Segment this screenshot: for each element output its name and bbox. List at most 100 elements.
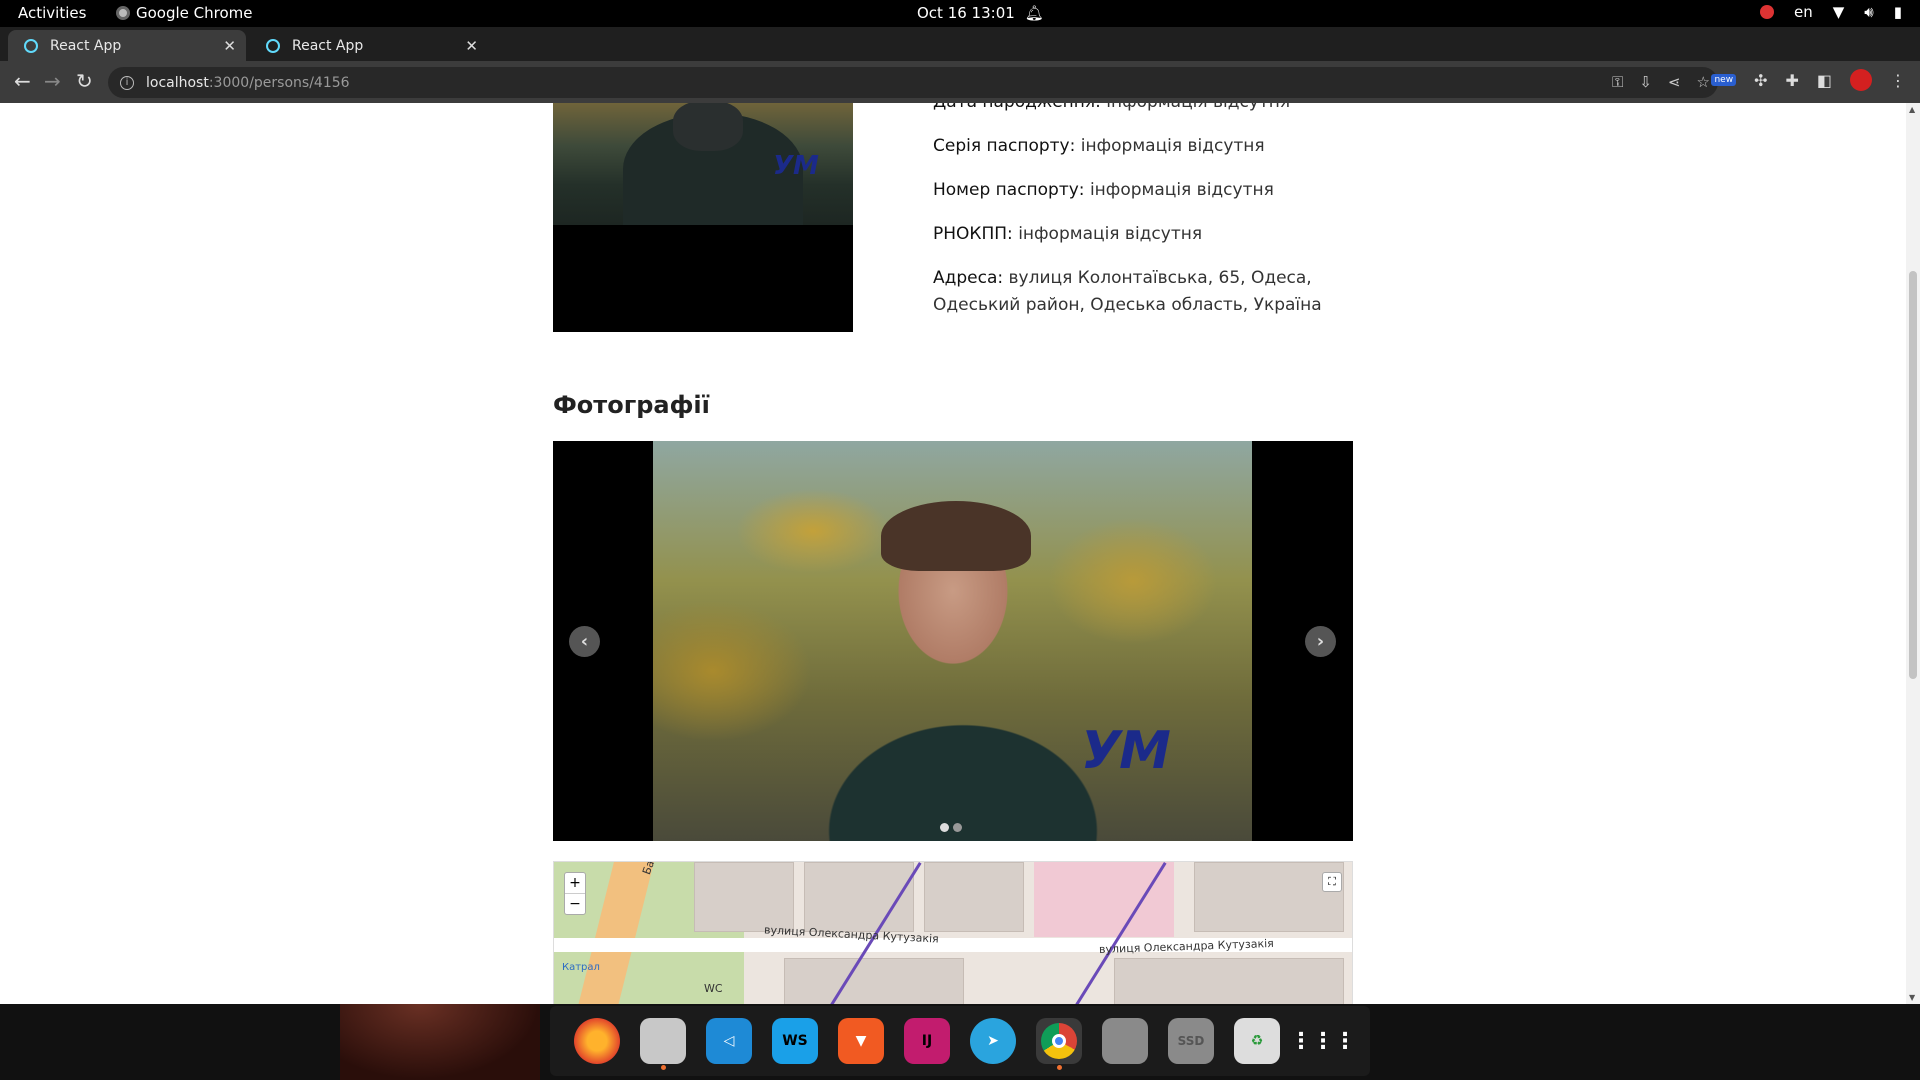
info-value: інформація відсутня: [1018, 224, 1203, 244]
extension-badge[interactable]: new: [1711, 74, 1737, 86]
language-indicator[interactable]: en: [1794, 3, 1813, 21]
carousel-dot-1[interactable]: [940, 823, 949, 832]
browser-toolbar: ← → ↻ i localhost:3000/persons/4156 ⚿ ⇩ …: [0, 61, 1920, 103]
scroll-up-icon[interactable]: ▲: [1909, 105, 1915, 114]
ssd-drive-icon[interactable]: SSD: [1168, 1018, 1214, 1064]
menu-kebab-icon[interactable]: ⋮: [1890, 71, 1906, 90]
info-label: РНОКПП:: [933, 224, 1013, 244]
files-icon[interactable]: [640, 1018, 686, 1070]
close-tab-icon[interactable]: ✕: [465, 37, 478, 55]
omnibox-actions: ⚿ ⇩ ⋖ ☆: [1612, 73, 1718, 91]
tab-title: React App: [292, 37, 364, 54]
brave-icon[interactable]: ▼: [838, 1018, 884, 1064]
info-value: інформація відсутня: [1106, 103, 1290, 112]
profile-avatar[interactable]: [1850, 69, 1872, 91]
trash-icon[interactable]: ♻: [1234, 1018, 1280, 1064]
activities-button[interactable]: Activities: [18, 4, 86, 22]
running-indicator: [661, 1065, 666, 1070]
scrollbar-thumb[interactable]: [1909, 271, 1917, 679]
info-birth-date: Дата народження: інформація відсутня: [933, 103, 1353, 116]
vscode-icon[interactable]: ◁: [706, 1018, 752, 1064]
chrome-icon: [116, 6, 130, 20]
map-zoom-out-button[interactable]: −: [565, 893, 585, 914]
tab-strip: React App ✕ React App ✕ + ⌄ — ❐ ✕: [0, 27, 1920, 84]
telegram-icon[interactable]: ➤: [970, 1018, 1016, 1064]
record-indicator-icon: [1759, 5, 1774, 19]
map-block: [694, 862, 794, 932]
forward-icon[interactable]: →: [44, 70, 61, 92]
map-block: [924, 862, 1024, 932]
side-panel-icon[interactable]: ◧: [1817, 71, 1832, 90]
extension-icon[interactable]: ✣: [1754, 71, 1767, 90]
system-top-bar: Activities Google Chrome Oct 16 13:01 🔔︎…: [0, 0, 1920, 27]
puzzle-icon[interactable]: ✚: [1785, 71, 1798, 90]
app-grid-icon[interactable]: ⋮⋮⋮: [1290, 1018, 1356, 1064]
system-tray[interactable]: en ▼ 🔊︎ ▮: [1759, 3, 1902, 21]
address-bar[interactable]: i localhost:3000/persons/4156 ⚿ ⇩ ⋖ ☆: [108, 67, 1718, 98]
person-info-list: Дата народження: інформація відсутня Сер…: [933, 103, 1353, 336]
extensions-area: new ✣ ✚ ◧ ⋮: [1711, 69, 1906, 91]
info-address: Адреса: вулиця Колонтаївська, 65, Одеса,…: [933, 265, 1353, 319]
carousel-dot-2[interactable]: [953, 823, 962, 832]
info-tax-id: РНОКПП: інформація відсутня: [933, 221, 1353, 248]
location-map[interactable]: вулиця Олександра Кутузакія вулиця Олекс…: [553, 861, 1353, 1004]
photo-carousel: УМ ‹ ›: [553, 441, 1353, 841]
map-fuel-label: Катрал: [562, 962, 600, 973]
portrait-photo: УМ: [553, 103, 853, 225]
map-block: [784, 958, 964, 1004]
webstorm-icon[interactable]: WS: [772, 1018, 818, 1064]
tab-react-app-active[interactable]: React App ✕: [8, 30, 246, 61]
url-host: localhost: [146, 74, 209, 91]
close-tab-icon[interactable]: ✕: [223, 37, 236, 55]
drive-icon[interactable]: [1102, 1018, 1148, 1064]
react-icon: [24, 38, 38, 53]
info-label: Адреса:: [933, 268, 1004, 288]
page-scrollbar[interactable]: ▲ ▼: [1906, 103, 1920, 1004]
clock-label: Oct 16 13:01: [917, 4, 1015, 22]
tab-title: React App: [50, 37, 122, 54]
scroll-down-icon[interactable]: ▼: [1909, 993, 1915, 1002]
carousel-slide: УМ: [653, 441, 1252, 841]
app-menu[interactable]: Google Chrome: [116, 4, 253, 22]
battery-icon: ▮: [1893, 3, 1902, 21]
chevron-left-icon: ‹: [580, 631, 589, 652]
site-info-icon[interactable]: i: [120, 75, 134, 90]
info-value: інформація відсутня: [1089, 180, 1274, 200]
volume-icon: 🔊︎: [1864, 3, 1874, 21]
tab-react-app[interactable]: React App ✕: [250, 30, 488, 61]
share-icon[interactable]: ⋖: [1668, 73, 1681, 91]
photos-section-title: Фотографії: [553, 391, 710, 419]
wallpaper-planet: [340, 1004, 540, 1080]
info-label: Дата народження:: [933, 103, 1101, 112]
bookmark-star-icon[interactable]: ☆: [1697, 73, 1710, 91]
portrait-watermark: УМ: [773, 151, 819, 181]
info-label: Серія паспорту:: [933, 136, 1076, 156]
map-zoom-in-button[interactable]: +: [565, 873, 585, 893]
dock: ◁ WS ▼ IJ ➤ SSD ♻ ⋮⋮⋮: [550, 1006, 1370, 1076]
portrait-neck: [673, 103, 743, 151]
carousel-indicators: [940, 823, 962, 832]
key-icon[interactable]: ⚿: [1612, 73, 1623, 91]
map-zoom-controls: + −: [564, 872, 586, 915]
reload-icon[interactable]: ↻: [76, 70, 93, 92]
intellij-icon[interactable]: IJ: [904, 1018, 950, 1064]
chevron-right-icon: ›: [1316, 631, 1325, 652]
url-path: :3000/persons/4156: [208, 74, 350, 91]
map-fullscreen-icon[interactable]: ⛶: [1322, 872, 1342, 892]
clock[interactable]: Oct 16 13:01 🔔︎: [917, 4, 1044, 22]
map-wc-label: WC: [704, 982, 723, 995]
page-viewport: УМ Дата народження: інформація відсутня …: [0, 103, 1920, 1004]
carousel-prev-button[interactable]: ‹: [569, 626, 600, 657]
install-icon[interactable]: ⇩: [1639, 73, 1652, 91]
chrome-icon[interactable]: [1036, 1018, 1082, 1070]
react-icon: [266, 38, 280, 53]
running-indicator: [1057, 1065, 1062, 1070]
back-icon[interactable]: ←: [14, 70, 31, 92]
bell-icon: 🔔︎: [1024, 4, 1044, 22]
map-block: [1114, 958, 1344, 1004]
info-passport-number: Номер паспорту: інформація відсутня: [933, 177, 1353, 204]
slide-watermark: УМ: [1081, 721, 1171, 781]
chrome-logo: [1041, 1023, 1077, 1059]
firefox-icon[interactable]: [574, 1018, 620, 1064]
carousel-next-button[interactable]: ›: [1305, 626, 1336, 657]
